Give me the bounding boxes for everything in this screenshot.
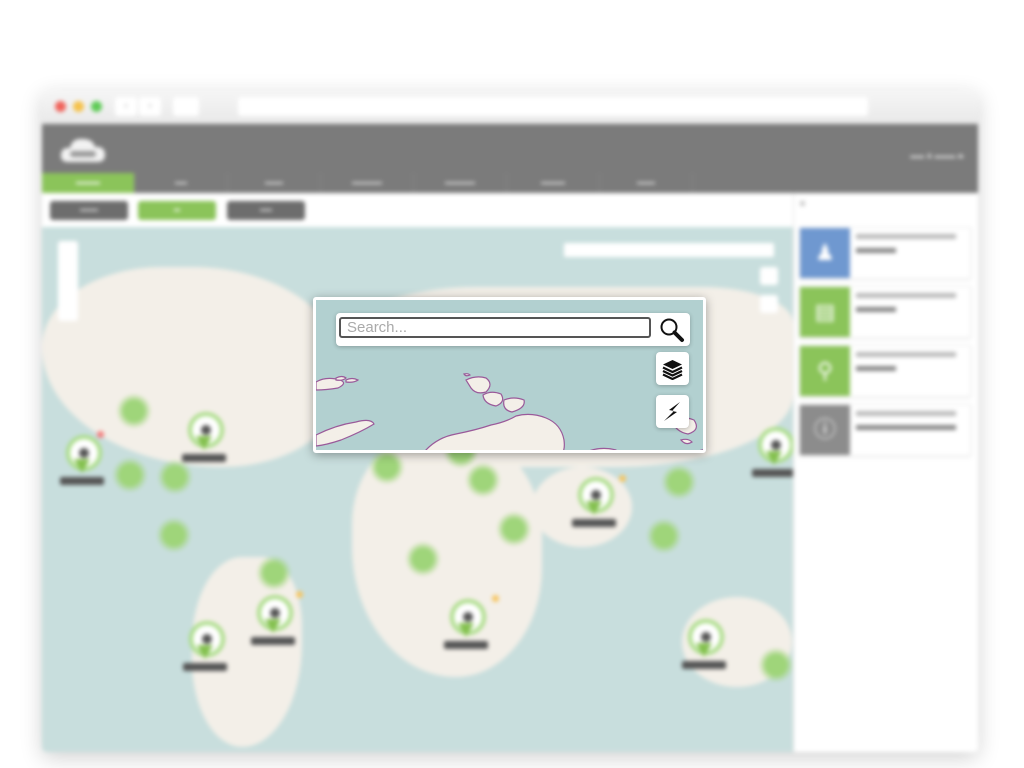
pin-tail [458,623,474,637]
tab-7[interactable]: ▬▬▬ [600,173,693,193]
map-search-control [336,313,690,346]
map-cluster[interactable] [375,455,399,479]
card-value [856,248,896,253]
hotspot-icon: ⚲ [800,346,850,396]
tab-2[interactable]: ▬▬ [135,173,228,193]
pin-label [251,637,295,645]
forward-button[interactable]: › [139,97,161,116]
card-value [856,366,896,371]
sub-button-map[interactable]: ▬ [138,201,216,220]
pin-tail [196,436,212,450]
layers-button[interactable] [656,352,689,385]
cloud-logo-icon[interactable] [58,134,108,166]
search-icon[interactable] [658,316,686,343]
pin-label [752,469,793,477]
stat-card-users[interactable]: ♟ [799,227,971,279]
map-cluster[interactable] [667,470,691,494]
sub-button-3[interactable]: ▬▬ [227,201,305,220]
map-cluster[interactable] [411,547,435,571]
map-zoom-controls[interactable] [58,241,78,321]
map-cluster[interactable] [118,463,142,487]
user-links[interactable]: ▬▬ ♟ ▬▬▬ ⏏ [910,152,964,160]
pin-tail [265,619,281,633]
pin-tail [766,451,782,465]
lightning-icon [664,402,680,421]
back-button[interactable]: ‹ [115,97,137,116]
map-cluster[interactable] [502,517,526,541]
user-icon: ♟ [800,228,850,278]
pin-label [183,663,227,671]
main-nav-tabs: ▬▬▬▬ ▬▬ ▬▬▬ ▬▬▬▬▬ ▬▬▬▬▬ ▬▬▬▬ ▬▬▬ [42,173,702,193]
sub-toolbar: ▬▬▬ ▬ ▬▬ [42,193,793,227]
map-cluster[interactable] [163,465,187,489]
map-cluster[interactable] [471,468,495,492]
alert-dot [97,431,104,438]
map-search-input[interactable] [339,317,651,338]
warning-dot [619,475,626,482]
close-window-button[interactable] [55,101,66,112]
sub-button-1[interactable]: ▬▬▬ [50,201,128,220]
tab-4[interactable]: ▬▬▬▬▬ [321,173,414,193]
map-cluster[interactable] [162,523,186,547]
pin-tail [586,501,602,515]
layers-icon [662,360,683,380]
map-cluster[interactable] [262,561,286,585]
sidebar-toggle[interactable] [800,201,805,206]
pin-label [182,454,226,462]
map-cluster[interactable] [652,524,676,548]
tab-5[interactable]: ▬▬▬▬▬ [414,173,507,193]
gateway-icon: ▤ [800,287,850,337]
map-search-blurred[interactable] [564,243,774,257]
pin-label [682,661,726,669]
map-lightning-button-blurred[interactable] [760,295,778,313]
card-value [856,307,896,312]
map-layers-button-blurred[interactable] [760,267,778,285]
pin-label [444,641,488,649]
minimize-window-button[interactable] [73,101,84,112]
pin-tail [696,643,712,657]
pin-label [60,477,104,485]
card-title [856,352,956,357]
pin-tail [197,645,213,659]
warning-dot [492,595,499,602]
sidebar-toggle-button[interactable] [173,97,199,116]
stat-card-hotspots[interactable]: ⚲ [799,345,971,397]
card-title [856,411,956,416]
warning-dot [296,591,303,598]
map-cluster[interactable] [122,399,146,423]
stat-card-system-info[interactable]: ⓘ [799,404,971,456]
stat-card-gateways[interactable]: ▤ [799,286,971,338]
stats-sidebar: ♟ ▤ ⚲ ⓘ [793,193,978,752]
magnified-map-controls [313,297,706,453]
tab-dashboard[interactable]: ▬▬▬▬ [42,173,135,193]
lightning-button[interactable] [656,395,689,428]
browser-toolbar: ‹ › [42,90,978,124]
zoom-window-button[interactable] [91,101,102,112]
pin-tail [74,459,90,473]
card-value [856,425,956,430]
address-bar[interactable] [238,97,868,116]
pin-label [572,519,616,527]
card-title [856,293,956,298]
map-cluster[interactable] [764,653,788,677]
tab-3[interactable]: ▬▬▬ [228,173,321,193]
card-title [856,234,956,239]
tab-6[interactable]: ▬▬▬▬ [507,173,600,193]
info-icon: ⓘ [800,405,850,455]
